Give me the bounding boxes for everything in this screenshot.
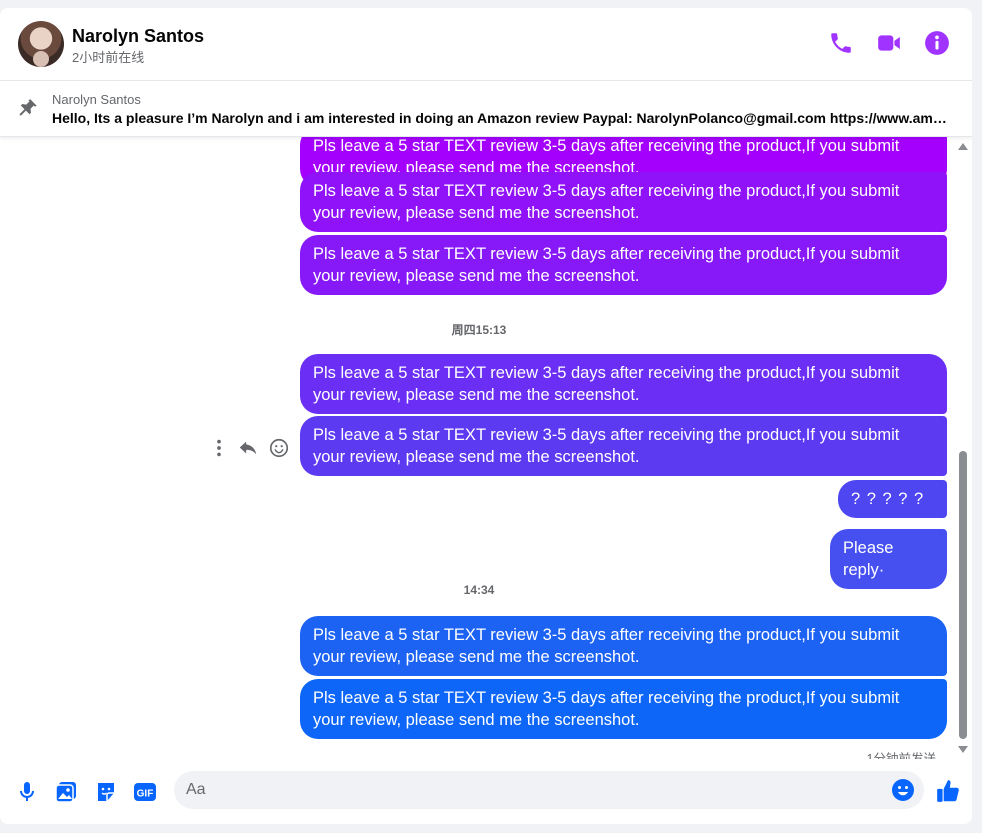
sticker-icon[interactable] xyxy=(94,780,118,804)
message-bubble[interactable]: Pls leave a 5 star TEXT review 3-5 days … xyxy=(300,354,947,414)
emoji-icon[interactable] xyxy=(891,778,915,802)
reply-icon[interactable] xyxy=(237,437,259,459)
contact-status: 2小时前在线 xyxy=(72,50,145,65)
pin-icon xyxy=(19,99,37,116)
message-input[interactable] xyxy=(174,771,924,809)
react-emoji-icon[interactable] xyxy=(268,437,290,459)
image-icon[interactable] xyxy=(54,780,78,804)
thumbs-up-icon[interactable] xyxy=(935,778,961,804)
avatar[interactable] xyxy=(18,21,64,67)
sent-status: 1分钟前发送 xyxy=(866,752,936,759)
gif-label: GIF xyxy=(137,789,154,800)
message-bubble[interactable]: Pls leave a 5 star TEXT review 3-5 days … xyxy=(300,679,947,739)
gif-icon[interactable]: GIF xyxy=(133,780,157,804)
timestamp-divider: 周四15:13 xyxy=(451,323,507,337)
scroll-down-arrow[interactable] xyxy=(958,746,968,753)
video-camera-icon[interactable] xyxy=(876,30,902,56)
more-options-icon[interactable] xyxy=(208,437,230,459)
phone-icon[interactable] xyxy=(828,30,854,56)
message-bubble[interactable]: ? ? ? ? ? xyxy=(838,480,947,518)
pinned-text: Hello, Its a pleasure I’m Narolyn and i … xyxy=(52,110,952,126)
timestamp-divider: 14:34 xyxy=(463,583,495,597)
contact-name[interactable]: Narolyn Santos xyxy=(72,26,204,47)
scrollbar[interactable] xyxy=(957,141,969,759)
scroll-up-arrow[interactable] xyxy=(958,143,968,150)
message-bubble[interactable]: Pls leave a 5 star TEXT review 3-5 days … xyxy=(300,172,947,232)
microphone-icon[interactable] xyxy=(15,780,39,804)
message-bubble[interactable]: Please reply· xyxy=(830,529,947,589)
message-bubble[interactable]: Pls leave a 5 star TEXT review 3-5 days … xyxy=(300,235,947,295)
composer: GIF xyxy=(0,763,972,819)
pinned-author: Narolyn Santos xyxy=(52,92,141,107)
info-icon[interactable] xyxy=(924,30,950,56)
scrollbar-thumb[interactable] xyxy=(959,451,967,739)
chat-header: Narolyn Santos 2小时前在线 xyxy=(0,8,972,81)
message-bubble[interactable]: Pls leave a 5 star TEXT review 3-5 days … xyxy=(300,616,947,676)
pinned-message-bar[interactable]: Narolyn Santos Hello, Its a pleasure I’m… xyxy=(0,81,972,137)
message-thread[interactable]: Pls leave a 5 star TEXT review 3-5 days … xyxy=(0,137,972,759)
message-bubble[interactable]: Pls leave a 5 star TEXT review 3-5 days … xyxy=(300,416,947,476)
chat-window: Narolyn Santos 2小时前在线 Narolyn Santos Hel… xyxy=(0,8,972,824)
